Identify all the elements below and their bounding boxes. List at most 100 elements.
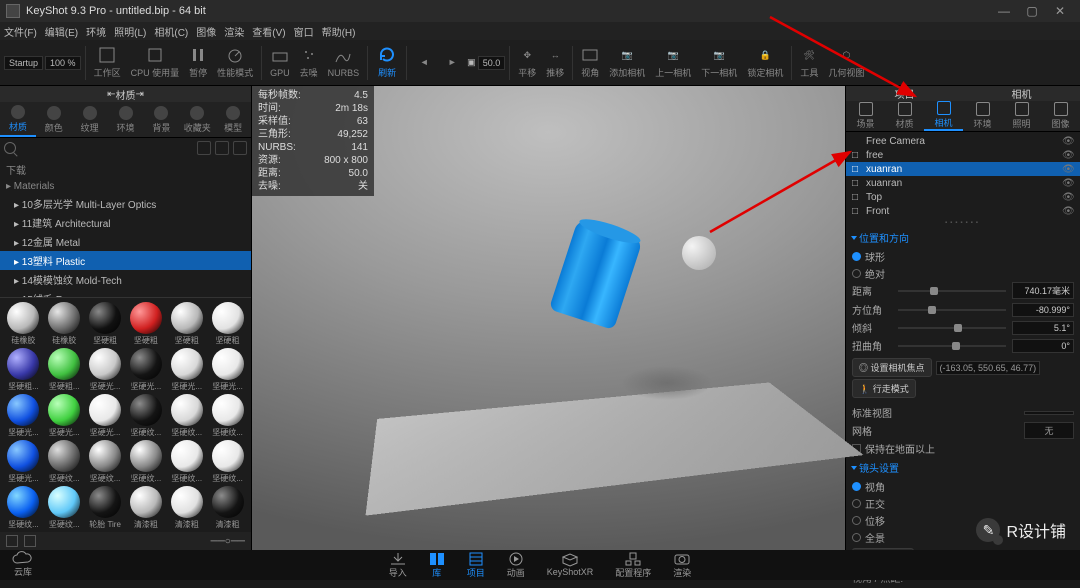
material-swatch[interactable]: 硅橡胶 [45, 302, 84, 346]
camera-item[interactable]: □xuanran👁 [846, 176, 1080, 190]
material-swatch[interactable]: 坚硬纹... [208, 440, 247, 484]
material-swatch[interactable]: 坚硬纹... [167, 440, 206, 484]
camera-item[interactable]: □Top👁 [846, 190, 1080, 204]
menu-item[interactable]: 帮助(H) [322, 24, 356, 39]
library-tab[interactable]: 颜色 [36, 102, 72, 137]
material-swatch[interactable]: 坚硬纹... [45, 440, 84, 484]
spherical-radio[interactable]: 球形 [852, 248, 1074, 265]
project-tab[interactable]: 图像 [1041, 101, 1080, 131]
material-swatch[interactable]: 硅橡胶 [4, 302, 43, 346]
library-tab[interactable]: 纹理 [72, 102, 108, 137]
view-radio[interactable]: 视角 [852, 478, 1074, 495]
project-tab[interactable]: 环境 [963, 101, 1002, 131]
move-button[interactable]: ✥平移 [514, 43, 540, 83]
project-tab[interactable]: 照明 [1002, 101, 1041, 131]
keep-above-ground-checkbox[interactable]: 保持在地面以上 [852, 440, 1074, 457]
set-pivot-button[interactable]: ◎ 设置相机焦点 [852, 358, 932, 377]
material-swatch[interactable]: 坚硬光... [86, 348, 125, 392]
library-tab[interactable]: 收藏夹 [179, 102, 215, 137]
grid-icon[interactable] [6, 535, 18, 547]
gpu-button[interactable]: GPU [266, 43, 294, 83]
sphere-model[interactable] [682, 236, 716, 270]
close-button[interactable]: ✕ [1046, 4, 1074, 18]
tree-item[interactable]: ▸ 13塑料 Plastic [0, 251, 251, 270]
tree-item[interactable]: ▸ 11建筑 Architectural [0, 213, 251, 232]
library-tab[interactable]: 材质 [0, 102, 36, 137]
slider-icon[interactable]: ──○── [211, 536, 245, 547]
distance-slider[interactable] [898, 290, 1006, 292]
menu-item[interactable]: 照明(L) [114, 24, 146, 39]
render-viewport[interactable]: 每秒帧数:4.5时间:2m 18s采样值:63三角形:49,252NURBS:1… [252, 86, 845, 550]
minimize-button[interactable]: — [990, 4, 1018, 18]
tools-button[interactable]: 🛠工具 [796, 43, 822, 83]
camera-item[interactable]: □free👁 [846, 148, 1080, 162]
menu-item[interactable]: 环境 [86, 24, 106, 39]
ortho-radio[interactable]: 正交 [852, 495, 1074, 512]
material-swatch[interactable]: 坚硬纹... [208, 394, 247, 438]
maximize-button[interactable]: ▢ [1018, 4, 1046, 18]
cpu-button[interactable]: CPU 使用量 [127, 43, 184, 83]
blue-cup-model[interactable] [549, 218, 643, 330]
material-swatch[interactable]: 坚硬粗 [86, 302, 125, 346]
menu-item[interactable]: 查看(V) [252, 24, 285, 39]
material-swatch[interactable]: 清漆粗 [208, 486, 247, 530]
project-button[interactable]: 项目 [467, 552, 485, 579]
menu-item[interactable]: 图像 [196, 24, 216, 39]
next-camera-button[interactable]: 📷下一相机 [697, 43, 741, 83]
lock-camera-button[interactable]: 🔒锁定相机 [743, 43, 787, 83]
material-swatch[interactable]: 坚硬光... [208, 348, 247, 392]
material-swatch[interactable]: 坚硬纹... [126, 394, 165, 438]
position-section[interactable]: 位置和方向 [852, 230, 1074, 245]
camera-list[interactable]: Free Camera👁□free👁□xuanran👁□xuanran👁□Top… [846, 132, 1080, 220]
material-swatch[interactable]: 坚硬光... [4, 440, 43, 484]
material-swatch[interactable]: 坚硬纹... [167, 394, 206, 438]
camera-item[interactable]: □Front👁 [846, 204, 1080, 218]
material-swatch[interactable]: 坚硬纹... [45, 486, 84, 530]
walk-mode-button[interactable]: 🚶 行走模式 [852, 379, 916, 398]
material-swatch[interactable]: 坚硬纹... [4, 486, 43, 530]
material-swatches[interactable]: 硅橡胶硅橡胶坚硬粗坚硬粗坚硬粗坚硬粗坚硬粗...坚硬粗...坚硬光...坚硬光.… [0, 298, 251, 532]
refresh-button[interactable]: 刷新 [372, 43, 402, 83]
incline-slider[interactable] [898, 327, 1006, 329]
push-button[interactable]: ↔推移 [542, 43, 568, 83]
std-view-dropdown[interactable] [1024, 411, 1074, 415]
camera-item[interactable]: Free Camera👁 [846, 134, 1080, 148]
nurbs-button[interactable]: NURBS [324, 43, 364, 83]
library-button[interactable]: 库 [429, 552, 445, 579]
library-tab[interactable]: 模型 [215, 102, 251, 137]
menu-item[interactable]: 窗口 [294, 24, 314, 39]
material-swatch[interactable]: 坚硬纹... [126, 440, 165, 484]
arrow-right-icon[interactable]: ► [439, 43, 465, 83]
library-tab[interactable]: 环境 [108, 102, 144, 137]
tree-item[interactable]: ▸ 10多层光学 Multi-Layer Optics [0, 194, 251, 213]
material-swatch[interactable]: 清漆粗 [126, 486, 165, 530]
lens-section[interactable]: 镜头设置 [852, 460, 1074, 475]
geometry-button[interactable]: ⬡几何视图 [824, 43, 868, 83]
grid-dropdown[interactable]: 无 [1024, 422, 1074, 439]
menu-item[interactable]: 渲染 [224, 24, 244, 39]
filter-icon[interactable] [197, 141, 211, 155]
sort-icon[interactable] [215, 141, 229, 155]
search-input[interactable] [20, 143, 193, 154]
material-swatch[interactable]: 坚硬光... [167, 348, 206, 392]
tree-item[interactable]: ▸ 14模模蚀纹 Mold-Tech [0, 270, 251, 289]
project-tab[interactable]: 场景 [846, 101, 885, 131]
material-swatch[interactable]: 清漆粗 [167, 486, 206, 530]
list-icon[interactable] [24, 535, 36, 547]
pause-button[interactable]: 暂停 [185, 43, 211, 83]
import-button[interactable]: 导入 [389, 552, 407, 579]
web-button[interactable]: 配置程序 [615, 552, 651, 579]
material-swatch[interactable]: 坚硬粗 [167, 302, 206, 346]
value-field[interactable]: ▣ 50.0 [467, 56, 505, 70]
workspace-button[interactable]: 工作区 [90, 43, 125, 83]
project-tab[interactable]: 相机 [924, 101, 963, 131]
performance-button[interactable]: 性能模式 [213, 43, 257, 83]
camera-item[interactable]: □xuanran👁 [846, 162, 1080, 176]
arrow-left-icon[interactable]: ◄ [411, 43, 437, 83]
view-icon[interactable] [233, 141, 247, 155]
menu-item[interactable]: 文件(F) [4, 24, 37, 39]
tree-item[interactable]: ▸ 12金属 Metal [0, 232, 251, 251]
menu-item[interactable]: 编辑(E) [45, 24, 78, 39]
twist-slider[interactable] [898, 345, 1006, 347]
material-swatch[interactable]: 坚硬粗... [45, 348, 84, 392]
